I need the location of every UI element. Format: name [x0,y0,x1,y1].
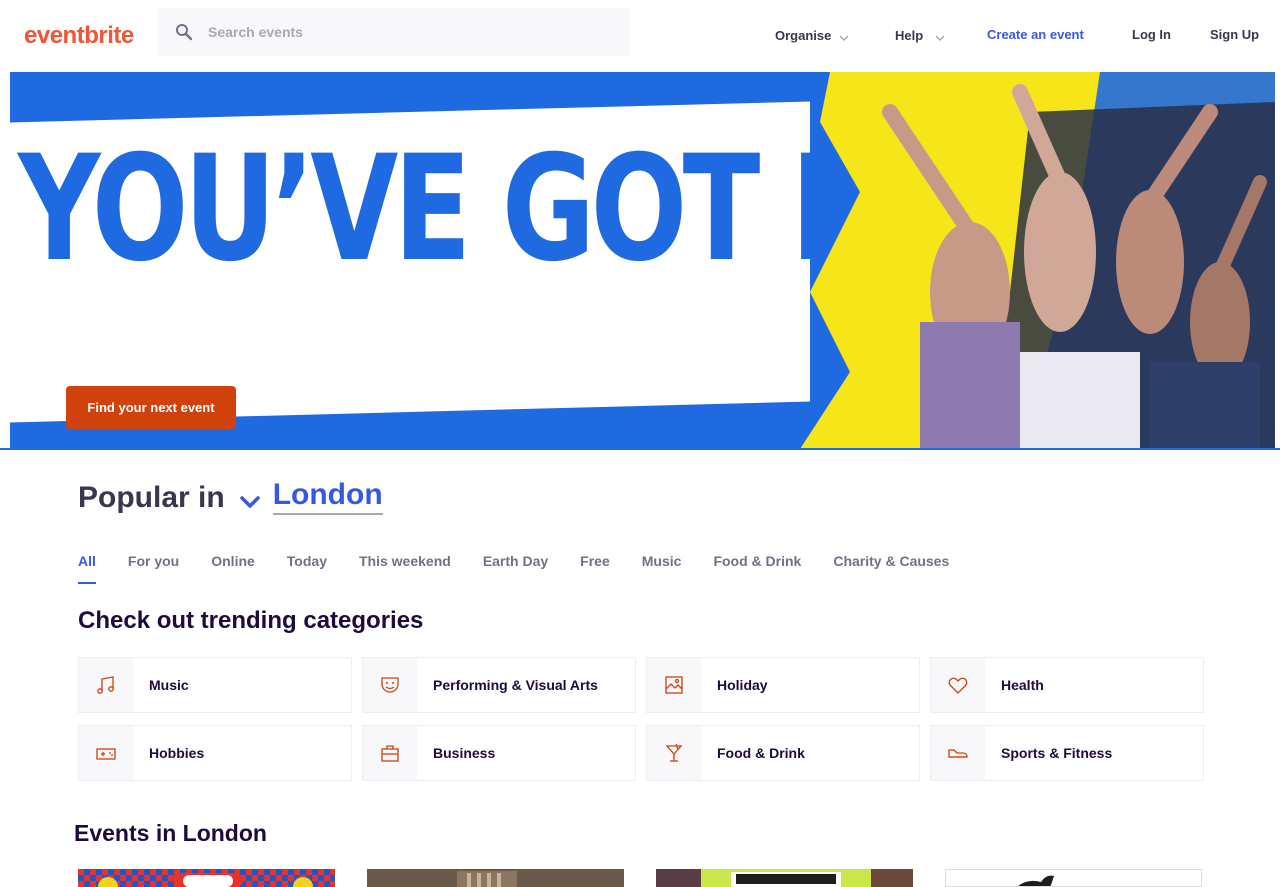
trending-title: Check out trending categories [78,607,424,634]
tab-today[interactable]: Today [287,553,327,585]
category-card-business[interactable]: Business [362,725,636,781]
location-input[interactable]: London [272,478,383,515]
nav-help-label: Help [895,27,924,43]
events-section-title: Events in London [74,820,267,846]
chevron-down-icon [935,35,945,42]
tab-online[interactable]: Online [211,553,255,585]
game-controller-icon [96,748,116,760]
theater-mask-icon [381,677,399,693]
popular-in-label: Popular in [78,481,225,514]
sneaker-icon [948,749,968,758]
music-note-icon [97,676,114,694]
find-next-event-button[interactable]: Find your next event [66,386,236,429]
category-icon-box [647,658,701,712]
tab-all[interactable]: All [78,553,96,585]
hero-banner: YOU’VE GOT PLANS Find your next event [10,72,1275,449]
category-label: Food & Drink [717,745,805,761]
category-card-performing-visual-arts[interactable]: Performing & Visual Arts [362,657,636,713]
category-label: Business [433,745,496,761]
hero-dancers-image [800,72,1275,449]
event-card[interactable] [78,869,335,887]
event-card[interactable] [656,869,913,887]
tab-earth-day[interactable]: Earth Day [483,553,548,585]
category-icon-box [79,658,133,712]
category-label: Music [149,677,189,693]
eventbrite-logo[interactable]: eventbrite [24,22,134,50]
tab-free[interactable]: Free [580,553,610,585]
event-card[interactable] [945,869,1202,887]
category-card-music[interactable]: Music [78,657,352,713]
event-card[interactable] [367,869,624,887]
category-icon-box [79,726,133,780]
category-icon-box [931,726,985,780]
tab-food-drink[interactable]: Food & Drink [713,553,801,585]
category-label: Hobbies [149,745,205,761]
top-header: eventbrite Search events Organise Help C… [0,0,1280,72]
cocktail-glass-icon [665,743,683,762]
tab-charity-causes[interactable]: Charity & Causes [833,553,949,585]
event-thumbnail-image [946,870,1201,886]
events-carousel [78,869,1234,887]
category-label: Sports & Fitness [1001,745,1113,761]
category-label: Performing & Visual Arts [433,677,598,693]
category-icon-box [363,658,417,712]
tab-for-you[interactable]: For you [128,553,179,585]
category-card-sports-fitness[interactable]: Sports & Fitness [930,725,1204,781]
signup-link[interactable]: Sign Up [1210,27,1259,42]
login-link[interactable]: Log In [1132,27,1171,42]
category-label: Holiday [717,677,768,693]
photo-frame-icon [665,676,683,694]
event-thumbnail-image [78,869,335,887]
event-thumbnail-image [367,869,624,887]
category-icon-box [931,658,985,712]
category-tabs: All For you Online Today This weekend Ea… [78,553,981,585]
create-event-link[interactable]: Create an event [987,27,1084,42]
category-card-hobbies[interactable]: Hobbies [78,725,352,781]
category-label: Health [1001,677,1044,693]
nav-help[interactable]: Help [895,27,945,43]
search-icon [176,24,193,41]
tab-this-weekend[interactable]: This weekend [359,553,451,585]
chevron-down-icon [839,35,849,42]
nav-organise-label: Organise [775,27,832,43]
hero-divider [0,448,1280,450]
trending-categories-grid: Music Performing & Visual Arts Holiday H… [78,657,1204,781]
search-bar[interactable]: Search events [158,8,630,56]
event-thumbnail-image [656,869,913,887]
popular-location-selector: Popular in London [78,478,383,515]
nav-organise[interactable]: Organise [775,27,849,43]
category-card-holiday[interactable]: Holiday [646,657,920,713]
category-card-food-drink[interactable]: Food & Drink [646,725,920,781]
heart-icon [948,677,968,694]
search-input[interactable]: Search events [208,24,303,40]
category-card-health[interactable]: Health [930,657,1204,713]
chevron-down-icon[interactable] [239,495,261,509]
category-icon-box [647,726,701,780]
category-icon-box [363,726,417,780]
tab-music[interactable]: Music [642,553,682,585]
briefcase-icon [381,745,399,762]
